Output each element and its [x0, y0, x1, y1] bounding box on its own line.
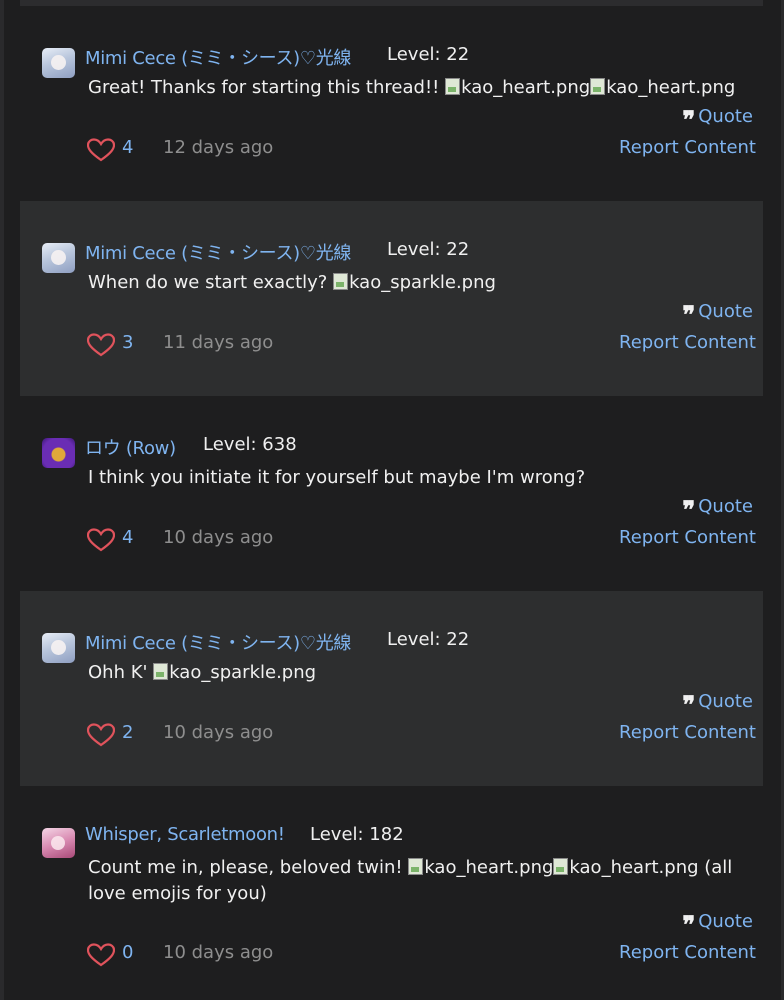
quote-button[interactable]: ❞ Quote [682, 910, 753, 939]
like-count: 2 [122, 722, 134, 743]
post-timestamp: 10 days ago [163, 527, 274, 548]
user-avatar[interactable] [42, 633, 75, 663]
broken-image-icon [333, 273, 349, 290]
user-level: Level: 182 [310, 824, 404, 845]
forum-post: Whisper, Scarletmoon! Level: 182 Count m… [20, 786, 763, 1000]
broken-image-icon [445, 78, 461, 95]
post-timestamp: 12 days ago [163, 137, 274, 158]
post-text: When do we start exactly? [88, 272, 334, 293]
username-link[interactable]: Mimi Cece (ミミ・シース)♡光線 [85, 629, 351, 655]
like-count: 4 [122, 137, 134, 158]
forum-post: Mimi Cece (ミミ・シース)♡光線 Level: 22 Ohh K' k… [20, 591, 763, 786]
quote-label: Quote [698, 496, 753, 517]
username-link[interactable]: ロウ (Row) [85, 434, 176, 460]
broken-image-icon [408, 858, 424, 875]
left-border [0, 0, 4, 1000]
user-avatar[interactable] [42, 438, 75, 468]
post-text: Great! Thanks for starting this thread!! [88, 77, 446, 98]
quote-label: Quote [698, 911, 753, 932]
like-count: 4 [122, 527, 134, 548]
heart-icon[interactable] [87, 138, 115, 162]
heart-icon[interactable] [87, 528, 115, 552]
image-alt-text: kao_heart.png [569, 857, 699, 878]
quote-button[interactable]: ❞ Quote [682, 690, 753, 719]
user-level: Level: 638 [203, 434, 297, 455]
report-content-link[interactable]: Report Content [619, 332, 756, 353]
quote-label: Quote [698, 301, 753, 322]
user-level: Level: 22 [387, 629, 470, 650]
broken-image-icon [553, 858, 569, 875]
quote-button[interactable]: ❞ Quote [682, 105, 753, 134]
forum-post: Mimi Cece (ミミ・シース)♡光線 Level: 22 When do … [20, 201, 763, 396]
post-content: When do we start exactly? kao_sparkle.pn… [88, 270, 748, 296]
broken-image-icon [590, 78, 606, 95]
broken-image-icon [153, 663, 169, 680]
like-count: 0 [122, 942, 134, 963]
image-alt-text: kao_sparkle.png [349, 272, 496, 293]
post-timestamp: 10 days ago [163, 722, 274, 743]
heart-icon[interactable] [87, 723, 115, 747]
broken-image: kao_heart.png [590, 77, 735, 98]
post-content: I think you initiate it for yourself but… [88, 465, 748, 491]
broken-image: kao_heart.png [553, 857, 699, 878]
quote-icon: ❞ [682, 495, 695, 524]
forum-post: Mimi Cece (ミミ・シース)♡光線 Level: 22 Great! T… [20, 6, 763, 201]
post-text: Ohh K' [88, 662, 154, 683]
quote-button[interactable]: ❞ Quote [682, 300, 753, 329]
broken-image: kao_sparkle.png [153, 662, 316, 683]
post-timestamp: 11 days ago [163, 332, 274, 353]
like-count: 3 [122, 332, 134, 353]
quote-button[interactable]: ❞ Quote [682, 495, 753, 524]
quote-icon: ❞ [682, 300, 695, 329]
quote-icon: ❞ [682, 105, 695, 134]
user-avatar[interactable] [42, 243, 75, 273]
post-content: Count me in, please, beloved twin! kao_h… [88, 855, 748, 907]
user-level: Level: 22 [387, 239, 470, 260]
post-content: Ohh K' kao_sparkle.png [88, 660, 748, 686]
heart-icon[interactable] [87, 333, 115, 357]
post-text: Count me in, please, beloved twin! [88, 857, 409, 878]
report-content-link[interactable]: Report Content [619, 722, 756, 743]
image-alt-text: kao_heart.png [424, 857, 554, 878]
quote-icon: ❞ [682, 690, 695, 719]
username-link[interactable]: Mimi Cece (ミミ・シース)♡光線 [85, 239, 351, 265]
image-alt-text: kao_heart.png [606, 77, 736, 98]
image-alt-text: kao_sparkle.png [169, 662, 317, 683]
quote-label: Quote [698, 691, 753, 712]
user-level: Level: 22 [387, 44, 470, 65]
broken-image: kao_heart.png [445, 77, 590, 98]
heart-icon[interactable] [87, 943, 115, 967]
post-text: I think you initiate it for yourself but… [88, 467, 586, 488]
post-content: Great! Thanks for starting this thread!!… [88, 75, 748, 101]
report-content-link[interactable]: Report Content [619, 942, 756, 963]
forum-post: ロウ (Row) Level: 638 I think you initiate… [20, 396, 763, 591]
post-timestamp: 10 days ago [163, 942, 274, 963]
broken-image: kao_sparkle.png [333, 272, 496, 293]
broken-image: kao_heart.png [408, 857, 553, 878]
report-content-link[interactable]: Report Content [619, 137, 756, 158]
report-content-link[interactable]: Report Content [619, 527, 756, 548]
user-avatar[interactable] [42, 48, 75, 78]
quote-label: Quote [698, 106, 753, 127]
quote-icon: ❞ [682, 910, 695, 939]
image-alt-text: kao_heart.png [461, 77, 591, 98]
username-link[interactable]: Mimi Cece (ミミ・シース)♡光線 [85, 44, 351, 70]
username-link[interactable]: Whisper, Scarletmoon! [85, 824, 285, 845]
user-avatar[interactable] [42, 828, 75, 858]
